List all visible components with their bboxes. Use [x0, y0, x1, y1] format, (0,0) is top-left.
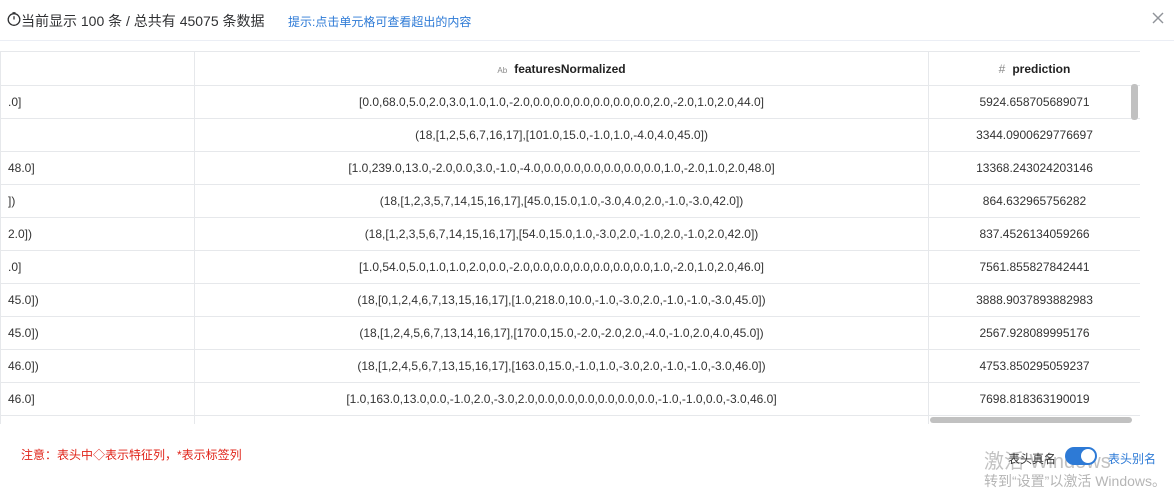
- text-type-icon: Ab: [497, 65, 508, 75]
- table-cell[interactable]: 3344.0900629776697: [928, 118, 1140, 152]
- dialog-header: 当前显示 100 条 / 总共有 45075 条数据 提示:点击单元格可查看超出…: [0, 0, 1174, 40]
- windows-activation-hint: 转到“设置”以激活 Windows。: [984, 473, 1167, 489]
- table-cell[interactable]: 3888.9037893882983: [928, 283, 1140, 317]
- table-cell[interactable]: (18,[1,2,3,5,6,7,14,15,16,17],[54.0,15.0…: [194, 217, 929, 251]
- table-cell[interactable]: 45.0]): [0, 283, 195, 317]
- table-cell[interactable]: 864.632965756282: [928, 184, 1140, 218]
- table-header-row: Ab featuresNormalized # prediction: [0, 51, 1140, 86]
- column-header-prediction[interactable]: # prediction: [928, 51, 1140, 86]
- table-cell[interactable]: 2567.928089995176: [928, 316, 1140, 350]
- table-cell[interactable]: 46.0]): [0, 349, 195, 383]
- table-row: 2.0]) (18,[1,2,3,5,6,7,14,15,16,17],[54.0…: [0, 217, 1140, 251]
- table-cell[interactable]: (18,[1,2,4,5,6,7,13,14,16,17],[170.0,15.…: [194, 316, 929, 350]
- table-cell[interactable]: (18,[1,2,3,5,7,14,15,16,17],[45.0,15.0,1…: [194, 184, 929, 218]
- table-cell[interactable]: 4753.850295059237: [928, 349, 1140, 383]
- toggle-label-alias: 表头别名: [1108, 452, 1157, 466]
- number-type-icon: #: [998, 61, 1006, 76]
- horizontal-scrollbar[interactable]: [930, 417, 1132, 423]
- header-divider: [0, 40, 1174, 41]
- data-table-container[interactable]: Ab featuresNormalized # prediction .0] [0.0…: [0, 51, 1140, 424]
- table-cell[interactable]: 47.0]): [0, 415, 195, 424]
- table-cell[interactable]: 46.0]: [0, 382, 195, 416]
- table-cell[interactable]: 5924.658705689071: [928, 85, 1140, 119]
- table-row: 45.0]) (18,[0,1,2,4,6,7,13,15,16,17],[1.0…: [0, 283, 1140, 317]
- table-row: 46.0] [1.0,163.0,13.0,0.0,-1.0,2.0,-3.0,2…: [0, 382, 1140, 416]
- record-count-summary: 当前显示 100 条 / 总共有 45075 条数据: [21, 13, 265, 29]
- table-row: (18,[1,2,5,6,7,16,17],[101.0,15.0,-1.0,1…: [0, 118, 1140, 152]
- legend-note: 注意：表头中◇表示特征列，*表示标签列: [21, 448, 242, 462]
- header-alias-toggle[interactable]: [1065, 447, 1097, 465]
- table-cell[interactable]: 45.0]): [0, 316, 195, 350]
- table-cell[interactable]: (18,[1,2,5,6,7,16,17],[101.0,15.0,-1.0,1…: [194, 118, 929, 152]
- table-row: 48.0] [1.0,239.0,13.0,-2.0,0.0,3.0,-1.0,-…: [0, 151, 1140, 185]
- table-body: .0] [0.0,68.0,5.0,2.0,3.0,1.0,1.0,-2.0,0.…: [0, 85, 1140, 424]
- table-row: 46.0]) (18,[1,2,4,5,6,7,13,15,16,17],[163…: [0, 349, 1140, 383]
- table-cell[interactable]: (18,[1,2,4,5,6,7,13,15,16,17],[133.0,10.…: [194, 415, 929, 424]
- clock-icon: [7, 12, 21, 26]
- table-cell[interactable]: 48.0]: [0, 151, 195, 185]
- table-cell[interactable]: [0, 118, 195, 152]
- toggle-label-real-name: 表头真名: [1008, 452, 1057, 466]
- table-row: .0] [1.0,54.0,5.0,1.0,1.0,2.0,0.0,-2.0,0.…: [0, 250, 1140, 284]
- table-cell[interactable]: [0.0,68.0,5.0,2.0,3.0,1.0,1.0,-2.0,0.0,0…: [194, 85, 929, 119]
- vertical-scrollbar[interactable]: [1131, 84, 1138, 120]
- table-cell[interactable]: (18,[0,1,2,4,6,7,13,15,16,17],[1.0,218.0…: [194, 283, 929, 317]
- table-cell[interactable]: 7698.818363190019: [928, 382, 1140, 416]
- table-cell[interactable]: .0]: [0, 85, 195, 119]
- table-cell[interactable]: 7561.855827842441: [928, 250, 1140, 284]
- table-cell[interactable]: .0]: [0, 250, 195, 284]
- column-header-features-normalized[interactable]: Ab featuresNormalized: [194, 51, 929, 86]
- table-cell[interactable]: [1.0,239.0,13.0,-2.0,0.0,3.0,-1.0,-4.0,0…: [194, 151, 929, 185]
- cell-click-hint: 提示:点击单元格可查看超出的内容: [288, 15, 472, 29]
- table-cell[interactable]: 837.4526134059266: [928, 217, 1140, 251]
- toggle-knob: [1081, 449, 1095, 463]
- table-cell[interactable]: (18,[1,2,4,5,6,7,13,15,16,17],[163.0,15.…: [194, 349, 929, 383]
- data-table: Ab featuresNormalized # prediction .0] [0.0…: [0, 51, 1140, 424]
- table-cell[interactable]: [1.0,163.0,13.0,0.0,-1.0,2.0,-3.0,2.0,0.…: [194, 382, 929, 416]
- table-row: 45.0]) (18,[1,2,4,5,6,7,13,14,16,17],[170…: [0, 316, 1140, 350]
- table-cell[interactable]: 13368.243024203146: [928, 151, 1140, 185]
- table-row: ]) (18,[1,2,3,5,7,14,15,16,17],[45.0,15.0…: [0, 184, 1140, 218]
- table-cell[interactable]: ]): [0, 184, 195, 218]
- table-cell[interactable]: 2.0]): [0, 217, 195, 251]
- table-row: .0] [0.0,68.0,5.0,2.0,3.0,1.0,1.0,-2.0,0.…: [0, 85, 1140, 119]
- table-cell[interactable]: [1.0,54.0,5.0,1.0,1.0,2.0,0.0,-2.0,0.0,0…: [194, 250, 929, 284]
- column-header-hidden[interactable]: [0, 51, 195, 86]
- close-icon[interactable]: [1150, 10, 1166, 26]
